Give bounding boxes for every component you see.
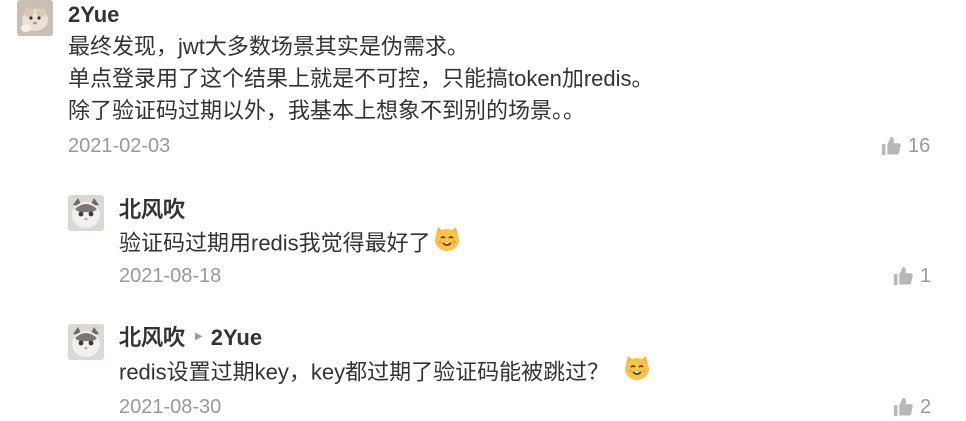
comment-author[interactable]: 北风吹 xyxy=(119,325,185,350)
like-button[interactable]: 2 xyxy=(892,395,931,419)
cat-face-emoji-icon xyxy=(623,355,651,388)
reply-arrow-icon: ▶ xyxy=(195,331,203,343)
thumbs-up-icon xyxy=(893,397,913,417)
comment-text-content: redis设置过期key，key都过期了验证码能被跳过？ xyxy=(119,359,610,385)
reply-item: 北风吹 ▶ 2Yue redis设置过期key，key都过期了验证码能被跳过？ 20… xyxy=(0,0,966,421)
like-count: 2 xyxy=(920,396,932,418)
reply-header: 北风吹 ▶ 2Yue xyxy=(119,325,262,352)
reply-target-user[interactable]: 2Yue xyxy=(211,325,262,350)
cat-avatar-icon xyxy=(68,324,104,360)
avatar[interactable] xyxy=(68,324,104,360)
comment-text: redis设置过期key，key都过期了验证码能被跳过？ xyxy=(119,355,651,390)
comment-thread: 2Yue 最终发现，jwt大多数场景其实是伪需求。 单点登录用了这个结果上就是不… xyxy=(0,0,966,421)
comment-date: 2021-08-30 xyxy=(119,396,222,418)
